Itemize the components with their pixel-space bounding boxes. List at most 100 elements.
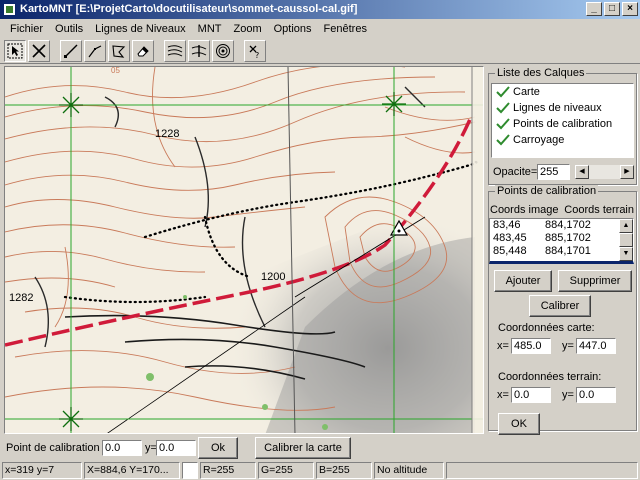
layer-item-carroyage[interactable]: Carroyage	[492, 132, 633, 148]
opacity-increase-button[interactable]: ▶	[620, 165, 634, 179]
point-calibration-label: Point de calibration x=	[6, 442, 115, 454]
map-x-label: x=	[497, 340, 509, 352]
menu-mnt[interactable]: MNT	[192, 23, 228, 35]
map-x-field[interactable]: 485.0	[511, 338, 551, 354]
map-y-field[interactable]: 447.0	[576, 338, 616, 354]
layers-list[interactable]: Carte Lignes de niveaux Points de calibr…	[491, 83, 634, 158]
line-tool-icon	[64, 44, 78, 58]
toolbar: ?	[0, 39, 640, 64]
menu-lignes-de-niveaux[interactable]: Lignes de Niveaux	[89, 23, 192, 35]
opacity-field[interactable]: 255	[537, 164, 570, 180]
scroll-thumb[interactable]	[619, 233, 633, 247]
calibrate-map-button[interactable]: Calibrer la carte	[255, 437, 351, 459]
opacity-slider-track[interactable]	[589, 165, 620, 179]
title-bar: KartoMNT [E:\ProjetCarto\docutilisateur\…	[0, 0, 640, 19]
check-icon[interactable]	[496, 86, 510, 98]
select-tool-icon	[7, 43, 23, 59]
point-y-field[interactable]: 0.0	[156, 440, 196, 456]
layer-item-carte[interactable]: Carte	[492, 84, 633, 100]
polyline-tool-button[interactable]	[84, 40, 106, 62]
polygon-tool-icon	[112, 45, 126, 58]
layer-item-lignes[interactable]: Lignes de niveaux	[492, 100, 633, 116]
menu-outils[interactable]: Outils	[49, 23, 89, 35]
status-terrain-coords: X=884,6 Y=170...	[84, 462, 180, 479]
layer-label: Carroyage	[513, 134, 565, 146]
status-pixel-coords: x=319 y=7	[2, 462, 82, 479]
calibration-title: Points de calibration	[495, 185, 599, 197]
menu-fenetres[interactable]: Fenêtres	[318, 23, 373, 35]
delete-tool-button[interactable]	[28, 40, 50, 62]
opacity-decrease-button[interactable]: ◀	[575, 165, 589, 179]
calibration-tool-icon: ?	[249, 45, 259, 59]
eraser-tool-icon	[137, 46, 149, 57]
map-view[interactable]: 1228 1200 1282 05	[4, 66, 484, 434]
level-tool-button[interactable]	[188, 40, 210, 62]
target-tool-icon	[216, 44, 230, 58]
status-red: R=255	[200, 462, 256, 479]
status-color-swatch	[182, 462, 198, 479]
elevation-label-3: 1282	[9, 292, 33, 304]
col-image-header: Coords image	[490, 204, 559, 216]
status-bar: x=319 y=7 X=884,6 Y=170... R=255 G=255 B…	[0, 461, 640, 480]
calibration-row[interactable]: 483,45 885,1702	[490, 232, 633, 245]
line-tool-button[interactable]	[60, 40, 82, 62]
calibrate-button[interactable]: Calibrer	[529, 295, 591, 317]
app-icon	[3, 3, 16, 16]
layers-title: Liste des Calques	[495, 67, 587, 79]
elevation-label-1: 1228	[155, 128, 179, 140]
opacity-label: Opacite=	[493, 166, 538, 178]
map-coords-label: Coordonnées carte:	[498, 322, 595, 334]
layer-label: Points de calibration	[513, 118, 613, 130]
elevation-label-2: 1200	[261, 271, 285, 283]
ok-button[interactable]: OK	[498, 413, 540, 435]
minimize-button[interactable]: _	[586, 2, 602, 16]
status-blue: B=255	[316, 462, 372, 479]
terrain-y-field[interactable]: 0.0	[576, 387, 616, 403]
terrain-coords-label: Coordonnées terrain:	[498, 371, 602, 383]
polygon-tool-button[interactable]	[108, 40, 130, 62]
target-tool-button[interactable]	[212, 40, 234, 62]
col-terrain-header: Coords terrain	[564, 204, 634, 216]
close-button[interactable]: ×	[622, 2, 638, 16]
contour-tool-button[interactable]	[164, 40, 186, 62]
bottom-calibration-bar: Point de calibration x= 0.0 y= 0.0 Ok Ca…	[0, 436, 640, 460]
right-panel: Liste des Calques Carte Lignes de niveau…	[485, 66, 640, 435]
eraser-tool-button[interactable]	[132, 40, 154, 62]
polyline-tool-icon	[88, 45, 102, 58]
elevation-label-4: 05	[111, 67, 120, 75]
delete-tool-icon	[32, 44, 46, 58]
bottom-ok-button[interactable]: Ok	[198, 437, 238, 459]
menu-fichier[interactable]: Fichier	[4, 23, 49, 35]
calibration-points-list[interactable]: 83,46 884,1702 483,45 885,1702 85,448 884,1…	[489, 218, 634, 264]
menu-zoom[interactable]: Zoom	[227, 23, 267, 35]
calibration-group: Points de calibration Coords image Coord…	[488, 185, 637, 435]
select-tool-button[interactable]	[4, 40, 26, 62]
window-title: KartoMNT [E:\ProjetCarto\docutilisateur\…	[20, 3, 358, 15]
menu-bar: Fichier Outils Lignes de Niveaux MNT Zoo…	[0, 19, 640, 39]
remove-point-button[interactable]: Supprimer	[558, 270, 632, 292]
scroll-down-button[interactable]: ▼	[619, 247, 633, 261]
scroll-up-button[interactable]: ▲	[619, 219, 633, 233]
terrain-x-label: x=	[497, 389, 509, 401]
level-tool-icon	[191, 45, 207, 57]
calibration-row[interactable]: 85,448 884,1701	[490, 245, 633, 258]
status-altitude: No altitude	[374, 462, 444, 479]
calibration-scrollbar[interactable]: ▲ ▼	[619, 219, 633, 261]
terrain-y-label: y=	[562, 389, 574, 401]
contour-tool-icon	[167, 45, 183, 57]
svg-text:?: ?	[255, 51, 259, 59]
terrain-x-field[interactable]: 0.0	[511, 387, 551, 403]
add-point-button[interactable]: Ajouter	[494, 270, 552, 292]
status-green: G=255	[258, 462, 314, 479]
map-canvas[interactable]: 1228 1200 1282 05	[5, 67, 484, 434]
layer-label: Carte	[513, 86, 540, 98]
check-icon[interactable]	[496, 134, 510, 146]
check-icon[interactable]	[496, 118, 510, 130]
check-icon[interactable]	[496, 102, 510, 114]
calibration-row[interactable]: 83,46 884,1702	[490, 219, 633, 232]
menu-options[interactable]: Options	[268, 23, 318, 35]
point-x-field[interactable]: 0.0	[102, 440, 142, 456]
maximize-button[interactable]: □	[604, 2, 620, 16]
calibration-tool-button[interactable]: ?	[244, 40, 266, 62]
layer-item-points[interactable]: Points de calibration	[492, 116, 633, 132]
